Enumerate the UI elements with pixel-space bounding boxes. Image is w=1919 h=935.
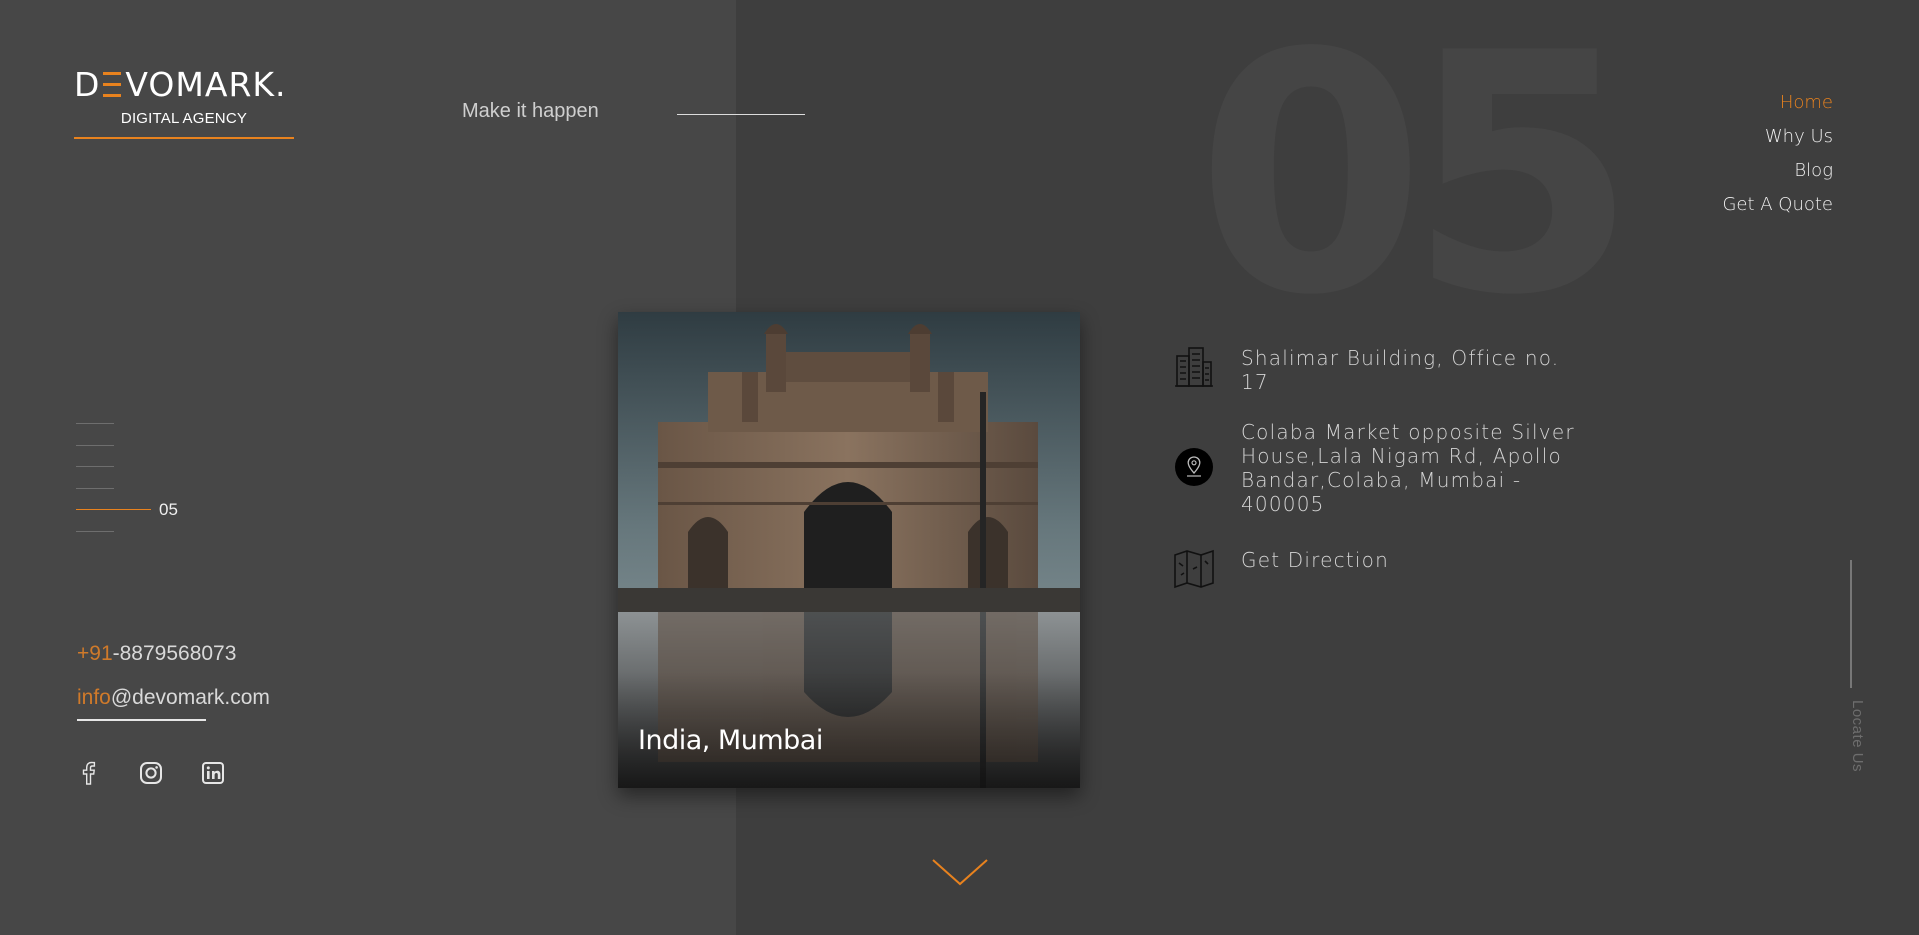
pager-line-6[interactable]: [76, 530, 114, 532]
section-pager: 05: [76, 423, 178, 552]
contact-block: +91-8879568073 info@devomark.com: [77, 632, 270, 720]
pager-line-2[interactable]: [76, 444, 114, 446]
pager-line-3[interactable]: [76, 466, 114, 467]
info-row-address: Colaba Market opposite Silver House,Lala…: [1173, 420, 1581, 516]
location-photo-card: India, Mumbai: [618, 312, 1080, 788]
nav-item-why-us[interactable]: Why Us: [1722, 120, 1833, 154]
tagline-divider: [677, 114, 805, 115]
logo-e-mark: [101, 71, 123, 97]
info-row-direction[interactable]: Get Direction: [1173, 548, 1581, 590]
brand-logo[interactable]: D VOMARK. DIGITAL AGENCY: [74, 68, 294, 139]
map-icon: [1173, 548, 1215, 590]
get-direction-link[interactable]: Get Direction: [1241, 548, 1581, 572]
instagram-icon[interactable]: [138, 760, 164, 786]
building-icon: [1173, 346, 1215, 388]
logo-wordmark: D VOMARK.: [74, 68, 294, 102]
nav-item-blog[interactable]: Blog: [1722, 154, 1833, 188]
email-domain: @devomark.com: [110, 686, 270, 709]
section-number-watermark: 05: [1196, 0, 1637, 367]
logo-letters-rest: VOMARK.: [125, 65, 287, 104]
main-nav: Home Why Us Blog Get A Quote: [1722, 86, 1833, 222]
tagline: Make it happen: [462, 100, 599, 122]
facebook-icon[interactable]: [76, 760, 102, 786]
info-row-building: Shalimar Building, Office no. 17: [1173, 346, 1581, 394]
chevron-down-icon[interactable]: [930, 856, 990, 893]
location-pin-icon: [1173, 446, 1215, 488]
logo-underline: [74, 137, 294, 139]
phone-number: -8879568073: [112, 642, 237, 665]
pager-line-1[interactable]: [76, 423, 114, 424]
building-address: Shalimar Building, Office no. 17: [1241, 346, 1560, 394]
pager-current-number: 05: [159, 500, 178, 519]
locate-us-label[interactable]: Locate Us: [1836, 700, 1866, 790]
email-link[interactable]: info@devomark.com: [77, 676, 270, 720]
locate-us-line: [1850, 560, 1852, 688]
phone-prefix: +91: [77, 642, 113, 665]
linkedin-icon[interactable]: [200, 760, 226, 786]
page: 05 D VOMARK. DIGITAL AGENCY Make it happe…: [0, 0, 1919, 935]
nav-item-home[interactable]: Home: [1722, 86, 1833, 120]
pager-line-4[interactable]: [76, 487, 114, 489]
contact-divider: [77, 719, 206, 721]
email-user: info: [77, 686, 111, 709]
nav-item-get-a-quote[interactable]: Get A Quote: [1722, 188, 1833, 222]
pager-line-5-active[interactable]: 05: [76, 500, 178, 519]
full-address: Colaba Market opposite Silver House,Lala…: [1241, 420, 1575, 516]
social-links: [76, 760, 226, 786]
logo-subtitle: DIGITAL AGENCY: [120, 110, 248, 127]
photo-caption: India, Mumbai: [638, 725, 823, 756]
gateway-of-india-image: [618, 312, 1080, 788]
logo-letter-d: D: [74, 65, 101, 104]
phone-link[interactable]: +91-8879568073: [77, 632, 270, 676]
